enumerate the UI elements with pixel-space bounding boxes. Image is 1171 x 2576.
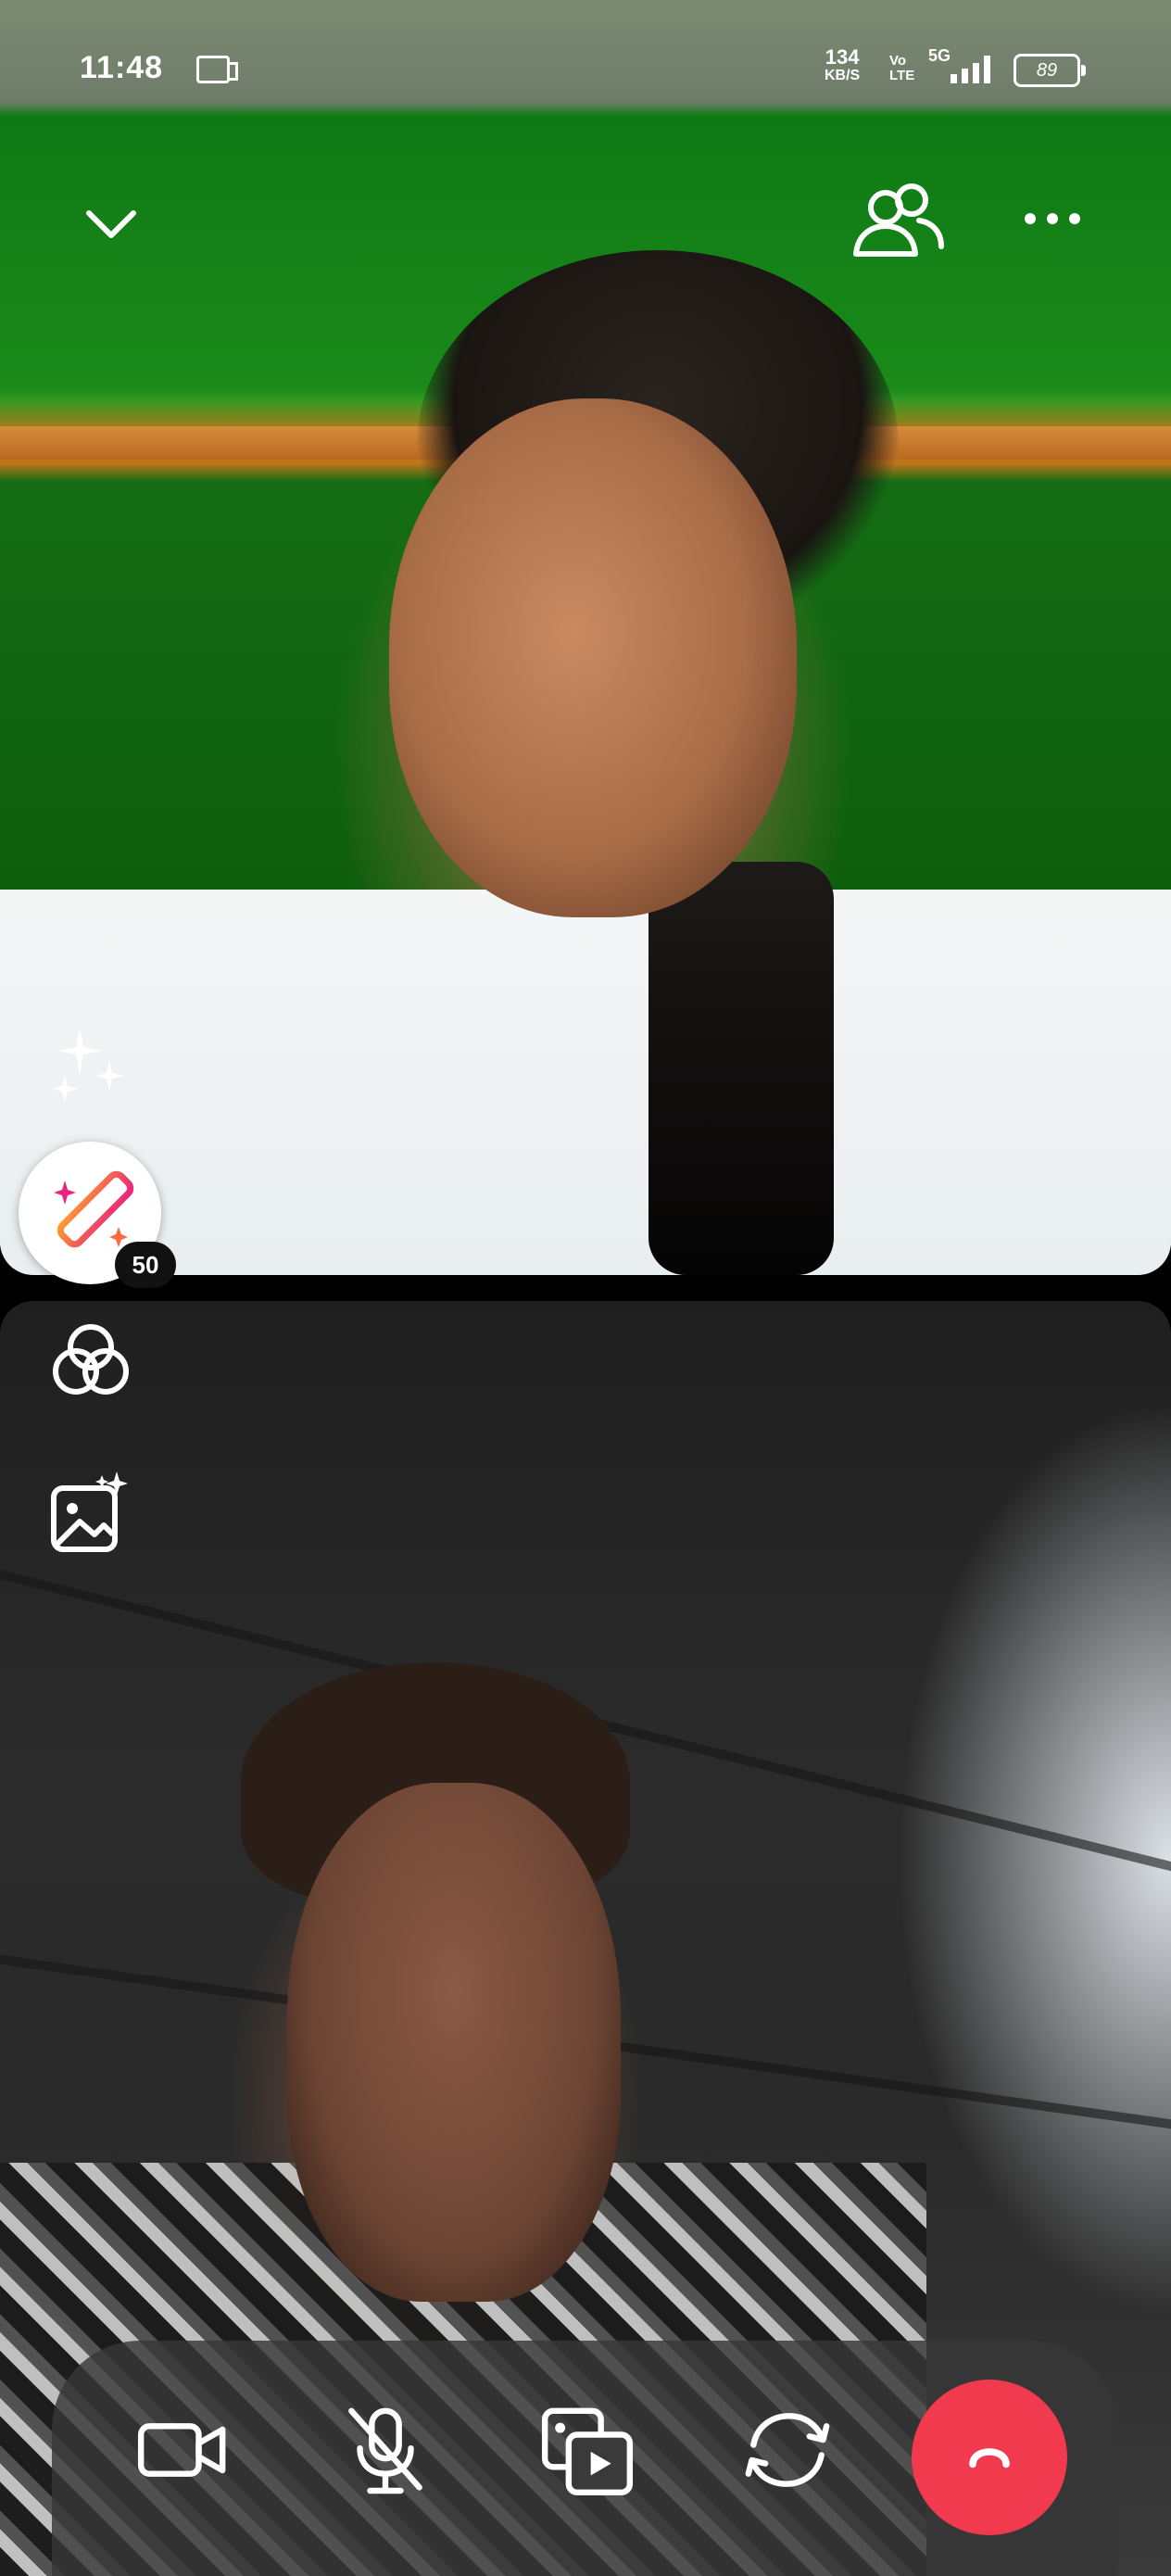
self-video-face	[287, 1783, 621, 2302]
share-media-button[interactable]	[532, 2394, 643, 2506]
sparkle-effects-icon[interactable]	[48, 1023, 130, 1105]
effect-count-badge: 50	[115, 1242, 176, 1288]
end-call-icon	[969, 2448, 1010, 2469]
call-controls-bar	[52, 2341, 1117, 2576]
mic-toggle-button[interactable]	[330, 2394, 441, 2506]
remote-video-face	[389, 398, 797, 917]
remote-video-hair-braid	[648, 862, 834, 1275]
network-speed-value: 134	[825, 45, 860, 69]
camera-toggle-button[interactable]	[128, 2394, 239, 2506]
screen-record-icon	[196, 56, 238, 83]
filters-icon[interactable]	[48, 1320, 133, 1405]
network-speed: 134 KB/S	[825, 45, 861, 85]
flip-camera-icon	[745, 2413, 830, 2487]
flip-camera-button[interactable]	[732, 2394, 843, 2506]
remote-video-tile[interactable]	[0, 0, 1171, 1275]
volte-indicator: Vo LTE	[889, 53, 915, 83]
people-icon[interactable]	[850, 182, 947, 259]
mic-muted-icon	[348, 2407, 422, 2494]
video-camera-icon	[137, 2423, 226, 2477]
battery-indicator: 89	[1014, 54, 1086, 87]
end-call-button[interactable]	[912, 2380, 1067, 2535]
ai-image-icon[interactable]	[48, 1470, 133, 1555]
network-type: 5G	[928, 46, 951, 65]
more-horizontal-icon[interactable]	[1023, 200, 1082, 237]
media-share-icon	[541, 2407, 634, 2496]
remote-video-shirt	[0, 890, 1171, 1275]
chevron-down-icon[interactable]	[83, 196, 139, 252]
signal-strength-icon	[951, 56, 990, 83]
network-speed-unit: KB/S	[825, 68, 861, 83]
status-time: 11:48	[80, 50, 164, 85]
